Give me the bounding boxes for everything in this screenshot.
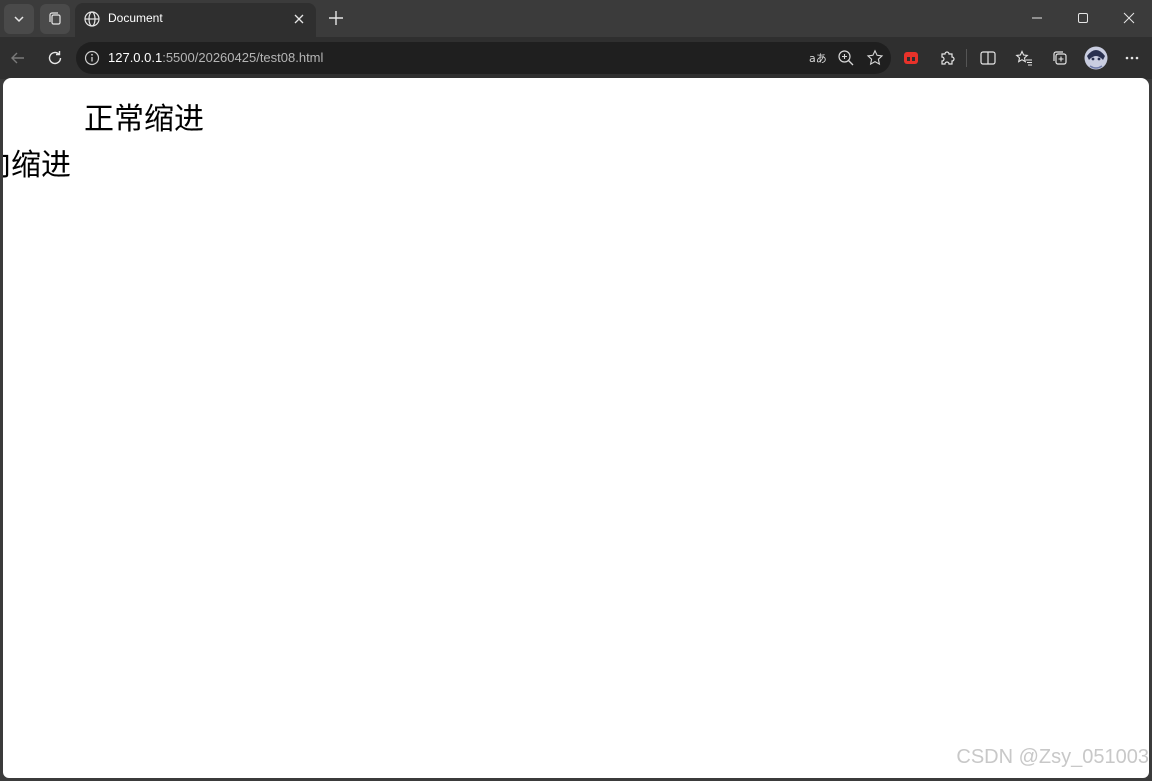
globe-icon (83, 10, 101, 28)
url-path: :5500/20260425/test08.html (162, 50, 324, 65)
page-viewport: 正常缩进 向缩进 CSDN @Zsy_051003 (3, 78, 1149, 778)
extension-red-icon[interactable] (897, 44, 925, 72)
tab-strip: Document (0, 0, 1152, 37)
puzzle-icon[interactable] (933, 44, 961, 72)
svg-text:aあ: aあ (809, 52, 827, 65)
refresh-icon[interactable] (41, 44, 69, 72)
favorites-icon[interactable] (1010, 44, 1038, 72)
tab-list-icon (14, 16, 24, 23)
url-text[interactable]: 127.0.0.1:5500/20260425/test08.html (108, 50, 323, 65)
profile-avatar[interactable] (1082, 44, 1110, 72)
close-icon[interactable] (291, 11, 307, 27)
normal-indent-text: 正常缩进 (84, 102, 204, 137)
more-icon[interactable] (1118, 44, 1146, 72)
collections-add-icon[interactable] (1046, 44, 1074, 72)
toolbar: 127.0.0.1:5500/20260425/test08.html aあ (0, 37, 1152, 79)
info-icon[interactable] (82, 48, 102, 68)
address-bar[interactable]: 127.0.0.1:5500/20260425/test08.html aあ (76, 42, 891, 74)
plus-icon[interactable] (324, 6, 348, 30)
tab-document[interactable]: Document (75, 3, 316, 37)
tab-title: Document (108, 11, 163, 25)
url-host: 127.0.0.1 (108, 50, 163, 65)
tab-actions-button[interactable] (4, 4, 34, 34)
read-aloud-icon[interactable]: aあ (808, 48, 828, 68)
split-screen-icon[interactable] (974, 44, 1002, 72)
minimize-icon[interactable] (1014, 0, 1060, 36)
toolbar-divider (966, 49, 967, 67)
collections-icon (49, 12, 61, 25)
star-icon[interactable] (865, 48, 885, 68)
watermark: CSDN @Zsy_051003 (956, 746, 1149, 768)
workspaces-button[interactable] (40, 4, 70, 34)
back-icon[interactable] (4, 44, 32, 72)
maximize-icon[interactable] (1060, 0, 1106, 36)
window-close-icon[interactable] (1106, 0, 1152, 36)
negative-indent-text: 向缩进 (3, 148, 71, 183)
zoom-icon[interactable] (836, 48, 856, 68)
